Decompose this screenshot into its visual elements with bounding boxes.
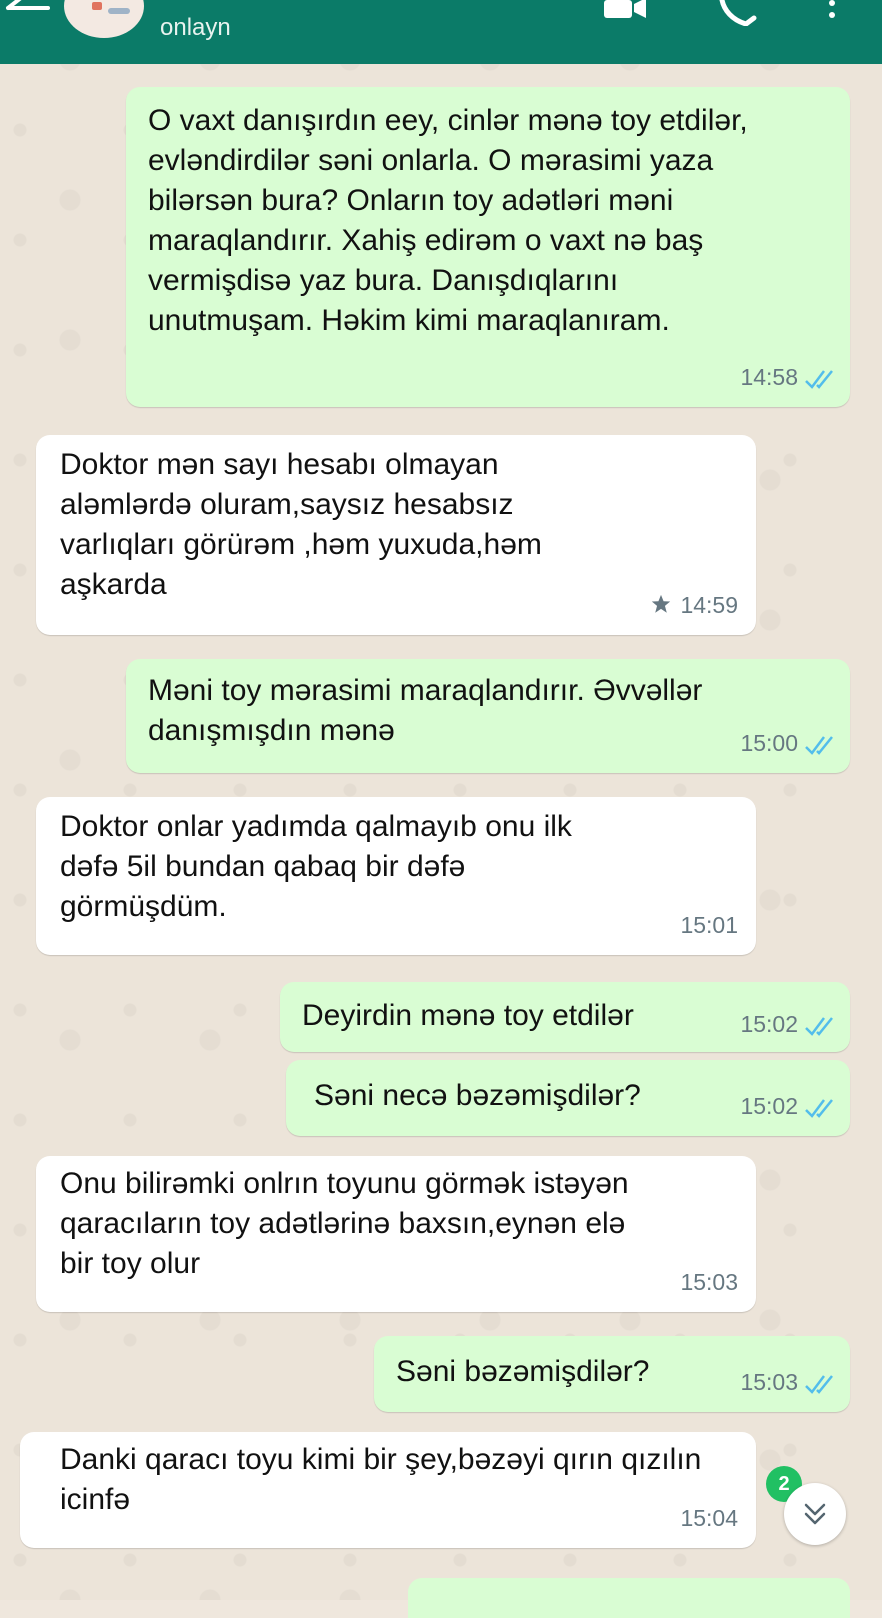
message-text: Məni toy mərasimi maraqlandırır. Əvvəllə… xyxy=(148,674,703,747)
star-icon xyxy=(652,594,671,613)
message-text: Deyirdin mənə toy etdilər xyxy=(302,999,634,1032)
message-time: 15:04 xyxy=(680,1505,738,1531)
message-bubble-outgoing[interactable]: Səni bəzəmişdilər? 15:03 xyxy=(374,1336,850,1412)
message-meta: 15:00 xyxy=(740,723,836,763)
phone-icon[interactable] xyxy=(718,0,758,26)
message-meta: 15:02 xyxy=(740,1004,836,1044)
message-bubble-outgoing[interactable] xyxy=(408,1578,850,1618)
message-bubble-incoming[interactable]: Doktor onlar yadımda qalmayıb onu ilk də… xyxy=(36,797,756,955)
chat-header: onlayn xyxy=(0,0,882,64)
message-text: O vaxt danışırdın eey, cinlər mənə toy e… xyxy=(148,104,748,337)
message-meta: 15:04 xyxy=(680,1498,738,1538)
message-time: 14:58 xyxy=(740,364,798,390)
more-vert-icon[interactable] xyxy=(826,0,838,22)
avatar-detail xyxy=(108,8,130,14)
message-time: 15:00 xyxy=(740,730,798,756)
message-bubble-outgoing[interactable]: O vaxt danışırdın eey, cinlər mənə toy e… xyxy=(126,87,850,407)
double-check-read-icon xyxy=(805,370,833,389)
message-time: 15:02 xyxy=(740,1093,798,1119)
message-time: 15:03 xyxy=(680,1269,738,1295)
double-check-read-icon xyxy=(805,1017,833,1036)
double-check-read-icon xyxy=(805,736,833,755)
message-text: Doktor onlar yadımda qalmayıb onu ilk də… xyxy=(60,810,572,923)
message-text: Danki qaracı toyu kimi bir şey,bəzəyi qı… xyxy=(60,1443,702,1516)
message-time: 14:59 xyxy=(680,592,738,618)
avatar-detail xyxy=(92,2,102,10)
double-check-read-icon xyxy=(805,1375,833,1394)
message-meta: 14:58 xyxy=(740,357,836,397)
message-meta: 14:59 xyxy=(650,585,738,625)
message-text: Səni necə bəzəmişdilər? xyxy=(314,1079,641,1112)
message-meta: 15:02 xyxy=(740,1086,836,1126)
video-call-icon[interactable] xyxy=(604,0,648,20)
double-check-read-icon xyxy=(805,1099,833,1118)
message-bubble-outgoing[interactable]: Məni toy mərasimi maraqlandırır. Əvvəllə… xyxy=(126,659,850,773)
avatar[interactable] xyxy=(64,0,144,38)
message-bubble-incoming[interactable]: Onu bilirəmki onlrın toyunu görmək istəy… xyxy=(36,1156,756,1312)
back-arrow-icon[interactable] xyxy=(4,0,52,26)
message-bubble-outgoing[interactable]: Deyirdin mənə toy etdilər 15:02 xyxy=(280,982,850,1052)
message-bubble-incoming[interactable]: Doktor mən sayı hesabı olmayan aləmlərdə… xyxy=(36,435,756,635)
message-meta: 15:03 xyxy=(740,1362,836,1402)
message-bubble-incoming[interactable]: Danki qaracı toyu kimi bir şey,bəzəyi qı… xyxy=(20,1432,756,1548)
message-meta: 15:01 xyxy=(680,905,738,945)
contact-status: onlayn xyxy=(160,14,231,41)
message-time: 15:02 xyxy=(740,1011,798,1037)
message-text: Onu bilirəmki onlrın toyunu görmək istəy… xyxy=(60,1167,629,1280)
message-time: 15:03 xyxy=(740,1369,798,1395)
message-time: 15:01 xyxy=(680,912,738,938)
message-meta: 15:03 xyxy=(680,1262,738,1302)
chevron-double-down-icon xyxy=(804,1503,826,1525)
scroll-to-bottom-button[interactable] xyxy=(784,1483,846,1545)
message-text: Səni bəzəmişdilər? xyxy=(396,1355,650,1388)
message-bubble-outgoing[interactable]: Səni necə bəzəmişdilər? 15:02 xyxy=(286,1060,850,1136)
message-text: Doktor mən sayı hesabı olmayan aləmlərdə… xyxy=(60,448,542,601)
